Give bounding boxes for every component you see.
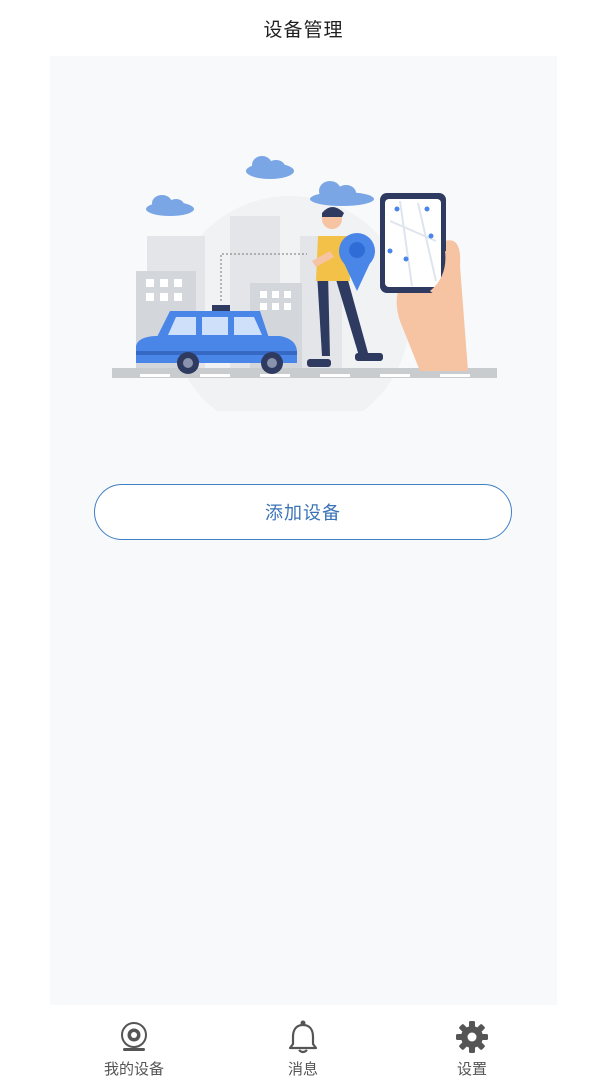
top-bar: 设备管理: [0, 0, 607, 56]
main-content: 添加设备: [50, 56, 557, 1005]
tab-messages[interactable]: 消息: [243, 1005, 363, 1080]
gear-icon: [455, 1019, 489, 1055]
tab-settings-label: 设置: [456, 1060, 487, 1078]
page-title: 设备管理: [263, 18, 344, 41]
tab-my-devices[interactable]: 我的设备: [74, 1005, 194, 1080]
car-location-illustration: [112, 156, 497, 411]
tab-my-devices-label: 我的设备: [103, 1060, 164, 1078]
add-device-button-label: 添加设备: [265, 503, 341, 524]
app-screen: 设备管理 添加设备 我的设备 消息 设置: [0, 0, 607, 1080]
tab-settings[interactable]: 设置: [412, 1005, 532, 1080]
bell-icon: [286, 1019, 320, 1055]
camera-icon: [117, 1019, 151, 1055]
add-device-button[interactable]: 添加设备: [94, 484, 512, 540]
bottom-tab-bar: 我的设备 消息 设置: [0, 1005, 607, 1080]
tab-messages-label: 消息: [287, 1060, 318, 1078]
